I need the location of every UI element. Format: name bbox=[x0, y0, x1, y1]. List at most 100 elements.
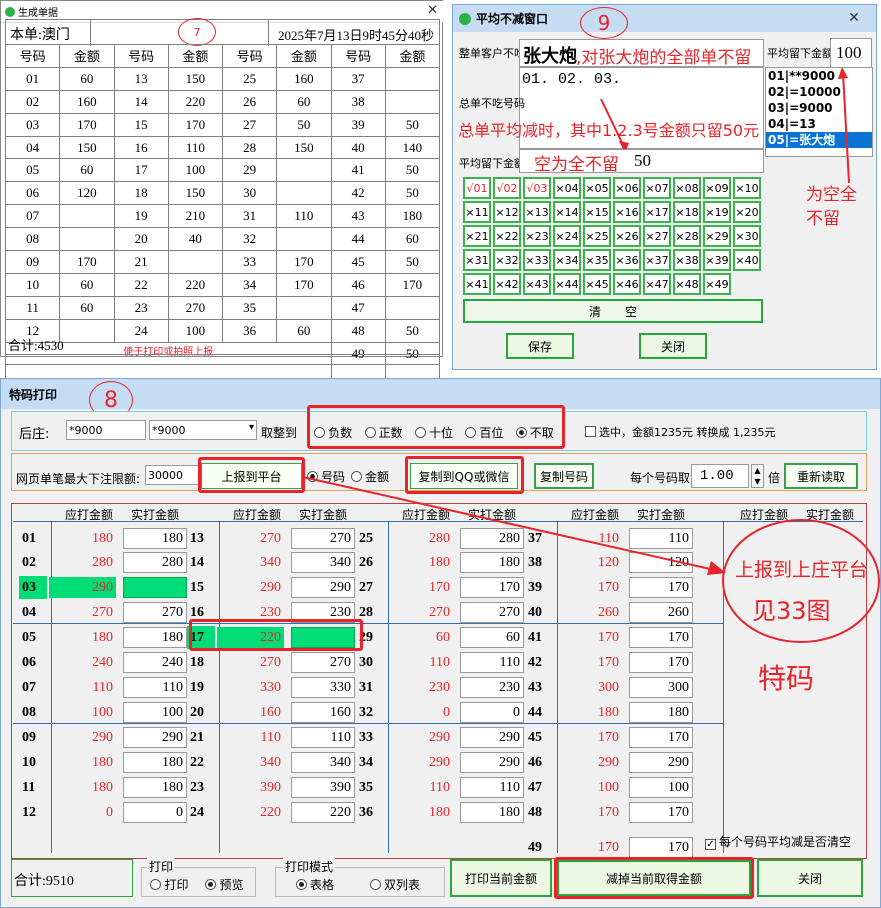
actual-amount-input[interactable]: 180 bbox=[460, 802, 524, 823]
number-cell[interactable]: ×27 bbox=[643, 225, 671, 247]
print-current-button[interactable]: 打印当前金额 bbox=[450, 859, 552, 897]
actual-amount-input[interactable]: 290 bbox=[123, 727, 187, 748]
actual-amount-input[interactable]: 220 bbox=[291, 802, 355, 823]
number-cell[interactable]: ×26 bbox=[613, 225, 641, 247]
actual-amount-input[interactable]: 170 bbox=[629, 627, 693, 648]
number-cell[interactable]: ×13 bbox=[523, 201, 551, 223]
number-cell[interactable]: ×33 bbox=[523, 249, 551, 271]
number-cell[interactable]: ×21 bbox=[463, 225, 491, 247]
number-cell[interactable]: ×04 bbox=[553, 177, 581, 199]
number-cell[interactable]: √01 bbox=[463, 177, 491, 199]
actual-amount-input[interactable]: 160 bbox=[291, 702, 355, 723]
number-cell[interactable]: ×28 bbox=[673, 225, 701, 247]
save-button[interactable]: 保存 bbox=[506, 333, 574, 359]
actual-amount-input[interactable]: 170 bbox=[629, 652, 693, 673]
number-cell[interactable]: ×14 bbox=[553, 201, 581, 223]
selected-checkbox[interactable]: 选中，金额1235元 转换成 1,235元 bbox=[585, 424, 775, 440]
number-cell[interactable]: ×12 bbox=[493, 201, 521, 223]
number-cell[interactable]: ×32 bbox=[493, 249, 521, 271]
number-cell[interactable]: ×46 bbox=[613, 273, 641, 295]
actual-amount-input[interactable]: 180 bbox=[123, 752, 187, 773]
number-cell[interactable]: ×34 bbox=[553, 249, 581, 271]
actual-amount-input[interactable]: 110 bbox=[460, 777, 524, 798]
number-cell[interactable]: ×45 bbox=[583, 273, 611, 295]
number-cell[interactable]: ×47 bbox=[643, 273, 671, 295]
close-button[interactable]: 关闭 bbox=[757, 859, 863, 897]
actual-amount-input[interactable]: 280 bbox=[123, 552, 187, 573]
number-cell[interactable]: ×06 bbox=[613, 177, 641, 199]
number-cell[interactable]: ×17 bbox=[643, 201, 671, 223]
number-cell[interactable]: ×15 bbox=[583, 201, 611, 223]
number-cell[interactable]: ×22 bbox=[493, 225, 521, 247]
actual-amount-input[interactable]: 180 bbox=[123, 528, 187, 549]
actual-amount-input[interactable]: 170 bbox=[629, 802, 693, 823]
actual-amount-input[interactable]: 290 bbox=[460, 727, 524, 748]
number-cell[interactable]: ×42 bbox=[493, 273, 521, 295]
avg-clear-checkbox[interactable]: ✓ 每个号码平均减是否清空 bbox=[705, 833, 851, 850]
number-cell[interactable]: ×40 bbox=[733, 249, 761, 271]
actual-amount-input[interactable]: 110 bbox=[460, 652, 524, 673]
number-cell[interactable]: ×20 bbox=[733, 201, 761, 223]
actual-amount-input[interactable]: 230 bbox=[460, 677, 524, 698]
number-cell[interactable]: ×44 bbox=[553, 273, 581, 295]
number-cell[interactable]: ×38 bbox=[673, 249, 701, 271]
number-cell[interactable]: ×09 bbox=[703, 177, 731, 199]
actual-amount-input[interactable]: 260 bbox=[629, 602, 693, 623]
close-icon[interactable]: ✕ bbox=[832, 7, 876, 29]
actual-amount-input[interactable]: 340 bbox=[291, 752, 355, 773]
actual-amount-input[interactable]: 0 bbox=[460, 702, 524, 723]
radio-option[interactable]: 表格 bbox=[295, 876, 334, 893]
actual-amount-input[interactable]: 180 bbox=[123, 777, 187, 798]
actual-amount-input[interactable]: 390 bbox=[291, 777, 355, 798]
number-cell[interactable]: ×08 bbox=[673, 177, 701, 199]
number-cell[interactable]: ×05 bbox=[583, 177, 611, 199]
actual-amount-input[interactable]: 60 bbox=[460, 627, 524, 648]
number-cell[interactable]: ×48 bbox=[673, 273, 701, 295]
radio-option[interactable]: 预览 bbox=[205, 876, 244, 893]
actual-amount-input[interactable]: 330 bbox=[291, 677, 355, 698]
number-cell[interactable]: ×25 bbox=[583, 225, 611, 247]
clear-button[interactable]: 清 空 bbox=[463, 299, 763, 323]
actual-amount-input[interactable]: 110 bbox=[123, 677, 187, 698]
number-cell[interactable]: ×23 bbox=[523, 225, 551, 247]
actual-amount-input[interactable]: 270 bbox=[291, 652, 355, 673]
actual-amount-input[interactable]: 290 bbox=[629, 752, 693, 773]
house-select[interactable]: *9000 ▾ bbox=[149, 420, 257, 440]
number-cell[interactable]: ×30 bbox=[733, 225, 761, 247]
number-cell[interactable]: ×43 bbox=[523, 273, 551, 295]
avg-keep2-input[interactable]: 空为全不留 50 bbox=[519, 149, 764, 175]
actual-amount-input[interactable] bbox=[123, 577, 187, 598]
actual-amount-input[interactable]: 100 bbox=[123, 702, 187, 723]
actual-amount-input[interactable]: 300 bbox=[629, 677, 693, 698]
number-cell[interactable]: ×37 bbox=[643, 249, 671, 271]
number-cell[interactable]: ×24 bbox=[553, 225, 581, 247]
number-cell[interactable]: ×29 bbox=[703, 225, 731, 247]
actual-amount-input[interactable]: 170 bbox=[629, 727, 693, 748]
actual-amount-input[interactable]: 270 bbox=[123, 602, 187, 623]
number-cell[interactable]: ×36 bbox=[613, 249, 641, 271]
number-cell[interactable]: ×31 bbox=[463, 249, 491, 271]
actual-amount-input[interactable]: 180 bbox=[123, 627, 187, 648]
whole-name-input[interactable]: 张大炮 ,对张大炮的全部单不留 bbox=[519, 39, 764, 68]
number-cell[interactable]: ×10 bbox=[733, 177, 761, 199]
number-cell[interactable]: ×19 bbox=[703, 201, 731, 223]
reload-button[interactable]: 重新读取 bbox=[784, 463, 858, 489]
actual-amount-input[interactable]: 290 bbox=[460, 752, 524, 773]
actual-amount-input[interactable]: 240 bbox=[123, 652, 187, 673]
close-icon[interactable]: ✕ bbox=[427, 3, 438, 18]
number-cell[interactable]: ×11 bbox=[463, 201, 491, 223]
number-cell[interactable]: ×39 bbox=[703, 249, 731, 271]
number-cell[interactable]: √02 bbox=[493, 177, 521, 199]
actual-amount-input[interactable]: 100 bbox=[629, 777, 693, 798]
limit-input[interactable]: 30000 bbox=[145, 465, 205, 485]
avg-keep-input[interactable]: 100 bbox=[830, 38, 872, 68]
number-cell[interactable]: ×07 bbox=[643, 177, 671, 199]
close-button[interactable]: 关闭 bbox=[639, 333, 707, 359]
actual-amount-input[interactable]: 270 bbox=[460, 602, 524, 623]
number-cell[interactable]: √03 bbox=[523, 177, 551, 199]
actual-amount-input[interactable]: 0 bbox=[123, 802, 187, 823]
number-cell[interactable]: ×41 bbox=[463, 273, 491, 295]
number-cell[interactable]: ×16 bbox=[613, 201, 641, 223]
radio-option[interactable]: 双列表 bbox=[369, 876, 420, 893]
actual-amount-input[interactable]: 110 bbox=[291, 727, 355, 748]
